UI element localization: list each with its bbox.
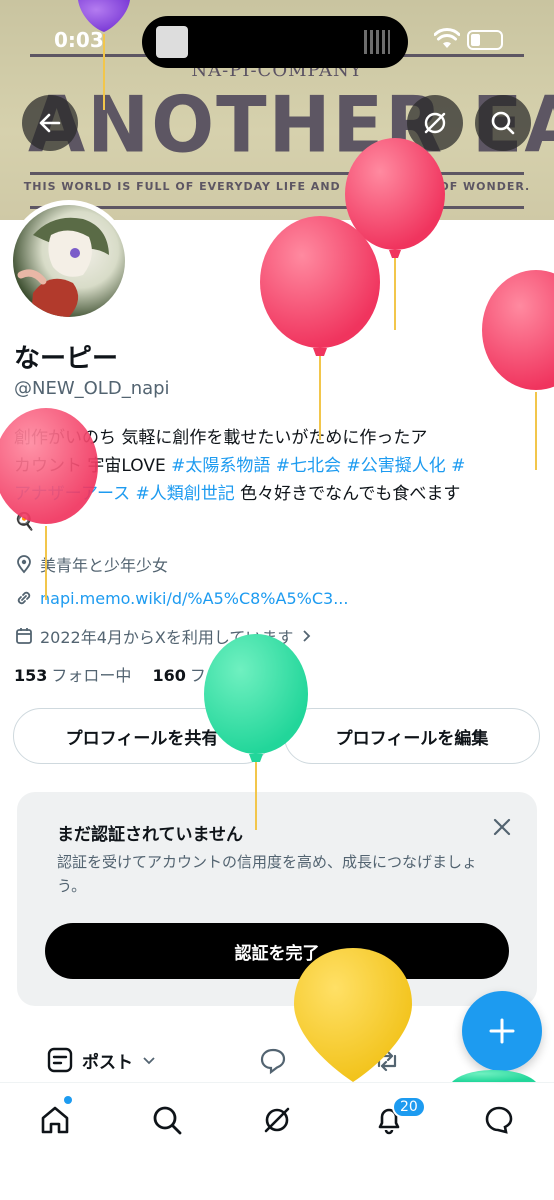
hashtag-link[interactable]: #太陽系物語: [171, 456, 270, 476]
joined-row[interactable]: 2022年4月からXを利用しています: [14, 624, 313, 648]
replies-icon[interactable]: [258, 1046, 288, 1076]
battery-icon: [467, 30, 503, 50]
now-playing-thumbnail: [156, 26, 188, 58]
hashtag-link[interactable]: #公害擬人化: [346, 456, 445, 476]
tab-posts-label: ポスト: [82, 1052, 133, 1073]
wifi-icon: [434, 28, 460, 48]
bio-line: 創作がいのち 気軽に創作を載せたいがために作ったア: [14, 428, 428, 448]
post-icon: [47, 1047, 73, 1073]
search-icon: [491, 111, 515, 135]
bio-line: カウント 宇宙LOVE #太陽系物語 #七北会 #公害擬人化 #: [14, 456, 466, 476]
banner-rule: [30, 206, 524, 209]
grok-icon: [424, 112, 446, 134]
avatar[interactable]: [8, 200, 130, 322]
close-icon[interactable]: [491, 816, 513, 838]
egg-emoji: 🍳: [14, 512, 36, 532]
profile-name: なーピー: [14, 344, 119, 374]
following-link[interactable]: 153 フォロー中: [14, 666, 131, 685]
grok-button[interactable]: [407, 95, 463, 151]
location-pin-icon: [17, 555, 31, 574]
avatar-image: [13, 205, 125, 317]
follow-stats: 153 フォロー中 160 フォロワー: [14, 662, 270, 686]
website-row[interactable]: napi.memo.wiki/d/%A5%C8%A5%C3...: [14, 588, 348, 608]
link-icon: [17, 591, 31, 605]
messages-icon[interactable]: [482, 1103, 516, 1137]
calendar-icon: [16, 628, 32, 644]
banner-tagline: THIS WORLD IS FULL OF EVERYDAY LIFE AND …: [23, 180, 531, 193]
back-button[interactable]: [22, 95, 78, 151]
edit-profile-button[interactable]: プロフィールを編集: [284, 708, 540, 764]
share-profile-button[interactable]: プロフィールを共有: [13, 708, 271, 764]
explore-search-icon[interactable]: [150, 1103, 184, 1137]
compose-post-button[interactable]: [462, 991, 542, 1071]
tab-posts[interactable]: ポスト: [46, 1046, 157, 1074]
repost-icon[interactable]: [372, 1046, 402, 1076]
balloon-pink: [260, 216, 380, 440]
home-unread-dot: [64, 1096, 72, 1104]
location-row: 美青年と少年少女: [14, 552, 168, 576]
bio-line: 🍳: [14, 508, 534, 536]
banner-rule: [30, 172, 524, 175]
back-arrow-icon: [39, 113, 61, 133]
chevron-right-icon: [303, 630, 311, 642]
plus-icon: [489, 1018, 515, 1044]
hashtag-link[interactable]: #人類創世記: [136, 484, 235, 504]
chevron-down-icon: [143, 1057, 155, 1065]
complete-verification-button[interactable]: 認証を完了: [45, 923, 509, 979]
followers-link[interactable]: 160 フォロワー: [153, 666, 270, 685]
hashtag-link[interactable]: アナザーアース: [14, 484, 130, 504]
verification-card: まだ認証されていません 認証を受けてアカウントの信用度を高め、成長につなげましょ…: [17, 792, 537, 1006]
status-time: 0:03: [54, 28, 104, 52]
hashtag-link[interactable]: #: [451, 456, 465, 476]
dynamic-island: [142, 16, 408, 68]
audio-wave-icon: [364, 30, 390, 54]
profile-handle: @NEW_OLD_napi: [14, 378, 170, 399]
grok-nav-icon[interactable]: [260, 1103, 294, 1137]
bio-line: アナザーアース #人類創世記 色々好きでなんでも食べます: [14, 484, 461, 504]
website-link[interactable]: napi.memo.wiki/d/%A5%C8%A5%C3...: [40, 589, 348, 608]
verification-description: 認証を受けてアカウントの信用度を高め、成長につなげましょう。: [57, 853, 478, 895]
location-text: 美青年と少年少女: [40, 556, 169, 575]
hashtag-link[interactable]: #七北会: [276, 456, 341, 476]
bottom-nav: [0, 1082, 554, 1200]
joined-text: 2022年4月からXを利用しています: [40, 628, 294, 647]
search-button[interactable]: [475, 95, 531, 151]
profile-bio: 創作がいのち 気軽に創作を載せたいがために作ったア カウント 宇宙LOVE #太…: [14, 424, 534, 536]
home-icon[interactable]: [38, 1103, 72, 1137]
notification-badge: 20: [392, 1096, 426, 1118]
verification-title: まだ認証されていません: [57, 825, 243, 845]
